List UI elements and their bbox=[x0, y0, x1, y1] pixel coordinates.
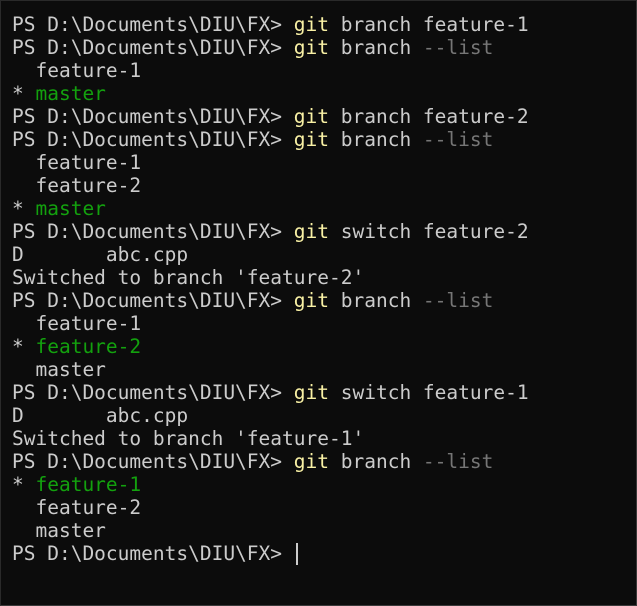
output-line: feature-2 bbox=[12, 174, 142, 197]
output-line-current-branch: * feature-1 bbox=[12, 473, 636, 496]
current-branch-marker: * bbox=[12, 82, 36, 105]
command-args: branch bbox=[329, 36, 423, 59]
current-branch-marker: * bbox=[12, 473, 36, 496]
command-name: git bbox=[293, 105, 329, 128]
command-args: branch bbox=[329, 128, 423, 151]
command-flag: --list bbox=[422, 289, 494, 312]
text-cursor[interactable] bbox=[295, 543, 298, 565]
prompt: PS D:\Documents\DIU\FX> bbox=[12, 105, 294, 128]
output-line-current-branch: * master bbox=[12, 197, 636, 220]
command-name: git bbox=[293, 13, 329, 36]
command-line: PS D:\Documents\DIU\FX> git branch featu… bbox=[12, 13, 636, 36]
command-name: git bbox=[293, 450, 329, 473]
command-args: branch bbox=[329, 450, 423, 473]
command-line: PS D:\Documents\DIU\FX> git branch --lis… bbox=[12, 289, 636, 312]
output-line: D abc.cpp bbox=[12, 243, 189, 266]
command-line: PS D:\Documents\DIU\FX> git switch featu… bbox=[12, 381, 636, 404]
output-line: D abc.cpp bbox=[12, 404, 189, 427]
current-branch-marker: * bbox=[12, 335, 36, 358]
prompt: PS D:\Documents\DIU\FX> bbox=[12, 13, 294, 36]
command-line: PS D:\Documents\DIU\FX> git switch featu… bbox=[12, 220, 636, 243]
command-args: branch feature-2 bbox=[329, 105, 529, 128]
current-branch-marker: * bbox=[12, 197, 36, 220]
output-line: feature-1 bbox=[12, 312, 142, 335]
output-line: feature-1 bbox=[12, 59, 142, 82]
command-line: PS D:\Documents\DIU\FX> git branch --lis… bbox=[12, 128, 636, 151]
active-prompt-line[interactable]: PS D:\Documents\DIU\FX> bbox=[12, 542, 636, 565]
output-line-current-branch: * feature-2 bbox=[12, 335, 636, 358]
prompt: PS D:\Documents\DIU\FX> bbox=[12, 36, 294, 59]
output-line: Switched to branch 'feature-2' bbox=[12, 266, 365, 289]
prompt: PS D:\Documents\DIU\FX> bbox=[12, 381, 294, 404]
prompt: PS D:\Documents\DIU\FX> bbox=[12, 450, 294, 473]
output-line: feature-2 bbox=[12, 496, 142, 519]
current-branch-name: feature-1 bbox=[35, 473, 142, 496]
command-flag: --list bbox=[422, 128, 494, 151]
command-flag: --list bbox=[422, 36, 494, 59]
command-name: git bbox=[293, 36, 329, 59]
command-name: git bbox=[293, 220, 329, 243]
output-line-current-branch: * master bbox=[12, 82, 636, 105]
output-line: Switched to branch 'feature-1' bbox=[12, 427, 365, 450]
command-line: PS D:\Documents\DIU\FX> git branch --lis… bbox=[12, 450, 636, 473]
command-line: PS D:\Documents\DIU\FX> git branch featu… bbox=[12, 105, 636, 128]
prompt: PS D:\Documents\DIU\FX> bbox=[12, 128, 294, 151]
output-line: master bbox=[12, 358, 106, 381]
command-args: branch feature-1 bbox=[329, 13, 529, 36]
prompt: PS D:\Documents\DIU\FX> bbox=[12, 542, 294, 565]
command-args: switch feature-1 bbox=[329, 381, 529, 404]
current-branch-name: feature-2 bbox=[35, 335, 142, 358]
prompt: PS D:\Documents\DIU\FX> bbox=[12, 220, 294, 243]
current-branch-name: master bbox=[35, 197, 106, 220]
command-name: git bbox=[293, 128, 329, 151]
command-line: PS D:\Documents\DIU\FX> git branch --lis… bbox=[12, 36, 636, 59]
command-args: switch feature-2 bbox=[329, 220, 529, 243]
command-name: git bbox=[293, 381, 329, 404]
command-args: branch bbox=[329, 289, 423, 312]
current-branch-name: master bbox=[35, 82, 106, 105]
output-line: feature-1 bbox=[12, 151, 142, 174]
command-flag: --list bbox=[422, 450, 494, 473]
terminal-window[interactable]: PS D:\Documents\DIU\FX> git branch featu… bbox=[0, 0, 637, 606]
output-line: master bbox=[12, 519, 106, 542]
prompt: PS D:\Documents\DIU\FX> bbox=[12, 289, 294, 312]
command-name: git bbox=[293, 289, 329, 312]
